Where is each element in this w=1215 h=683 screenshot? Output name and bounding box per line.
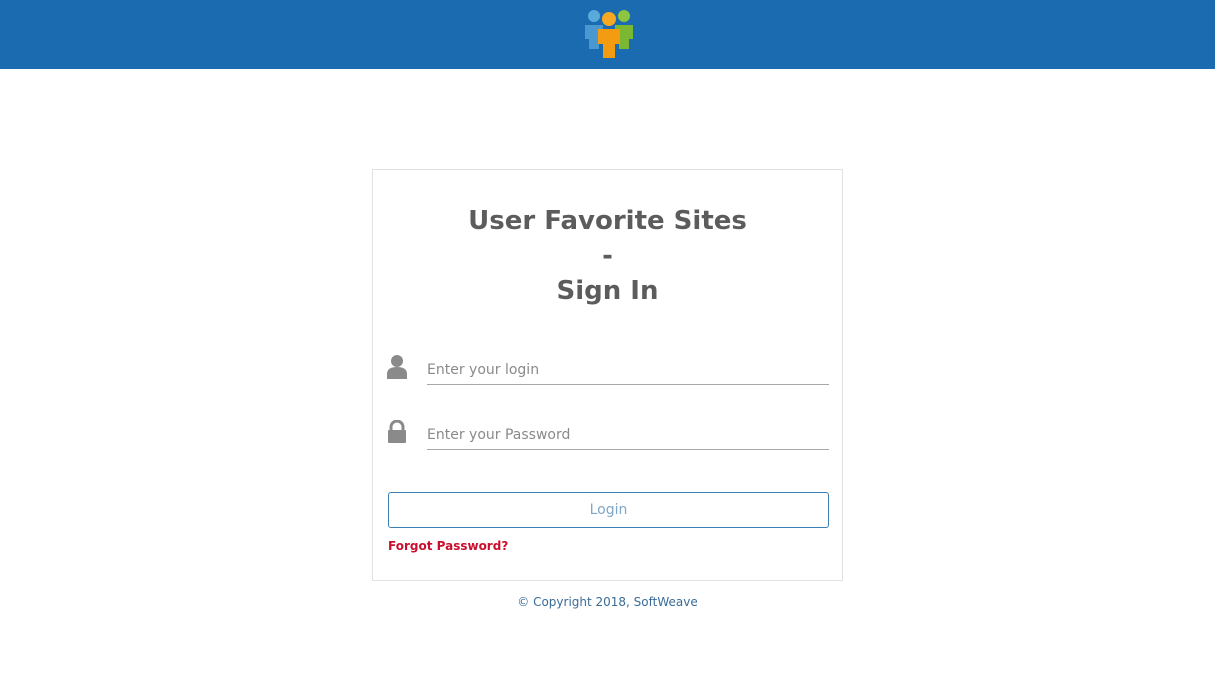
title-line-sign-in: Sign In <box>556 276 659 306</box>
title-line-app-name: User Favorite Sites <box>468 206 747 236</box>
user-icon <box>387 355 407 379</box>
top-header-bar <box>0 0 1215 69</box>
signin-card: User Favorite Sites - Sign In Login Forg… <box>372 169 843 581</box>
copyright-text: © Copyright 2018, SoftWeave <box>517 595 698 609</box>
title-separator: - <box>602 241 613 271</box>
lock-icon <box>388 420 406 443</box>
forgot-password-link[interactable]: Forgot Password? <box>388 539 508 553</box>
password-input[interactable] <box>427 421 829 450</box>
login-input[interactable] <box>427 356 829 385</box>
login-button[interactable]: Login <box>388 492 829 528</box>
page-title: User Favorite Sites - Sign In <box>373 204 842 309</box>
users-group-icon <box>585 10 633 58</box>
